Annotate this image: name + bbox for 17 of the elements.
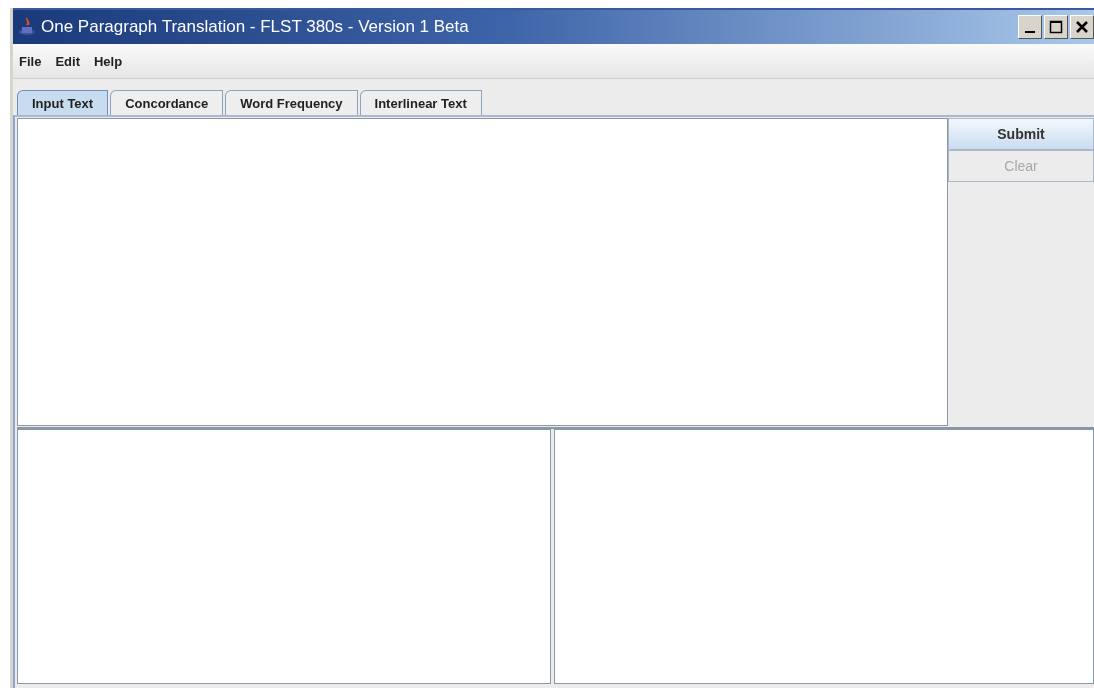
action-button[interactable]: Submit: [948, 118, 1094, 150]
tab[interactable]: Interlinear Text: [359, 90, 482, 115]
close-button[interactable]: [1070, 15, 1094, 39]
tab[interactable]: Input Text: [17, 90, 109, 115]
tab[interactable]: Word Frequency: [225, 90, 358, 115]
minimize-button[interactable]: [1018, 15, 1042, 39]
maximize-icon: [1049, 20, 1063, 34]
menu-item[interactable]: Edit: [55, 53, 80, 69]
menu-item[interactable]: File: [19, 53, 42, 69]
input-text-area[interactable]: [17, 118, 948, 426]
menu-item[interactable]: Help: [93, 53, 123, 69]
tab[interactable]: Concordance: [110, 90, 224, 115]
coffee-cup-icon: [17, 16, 37, 38]
window-title: One Paragraph Translation - FLST 380s - Version 1 Beta: [41, 17, 470, 37]
minimize-icon: [1025, 31, 1035, 33]
maximize-button[interactable]: [1044, 15, 1068, 39]
close-icon: [1075, 20, 1089, 34]
